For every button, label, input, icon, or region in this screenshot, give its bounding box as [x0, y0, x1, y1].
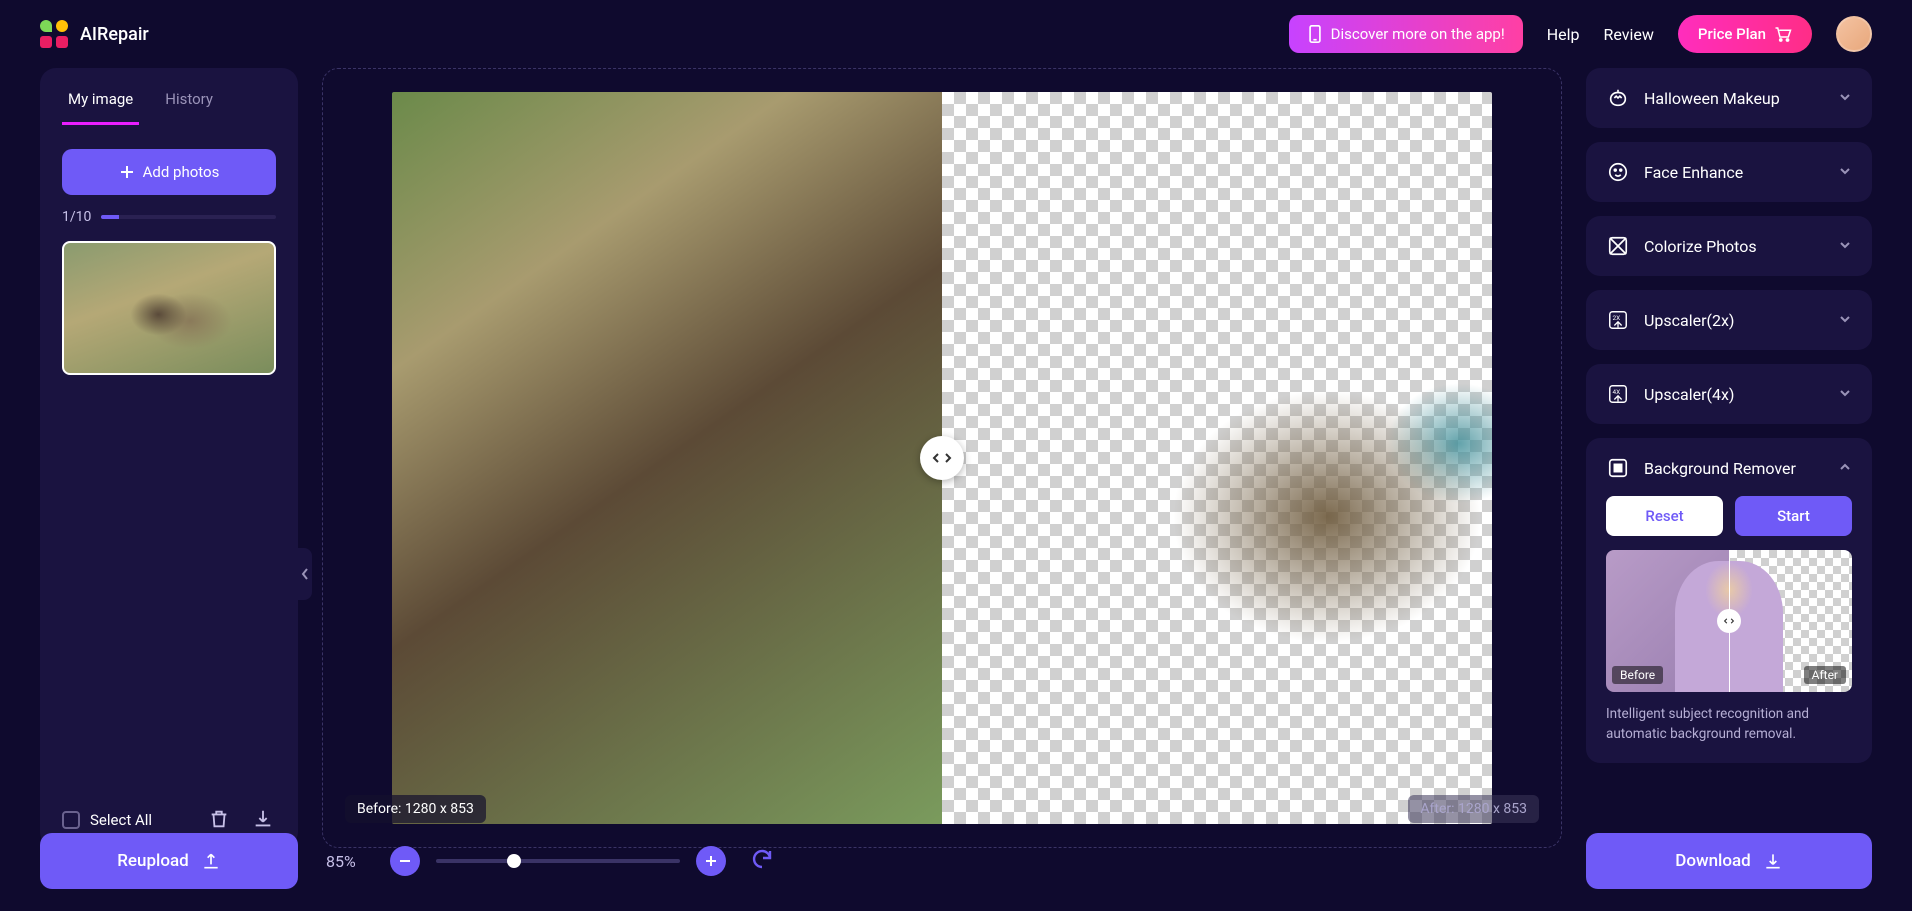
comparison-slider-handle[interactable]: [920, 436, 964, 480]
add-photos-button[interactable]: Add photos: [62, 149, 276, 195]
tool-label: Halloween Makeup: [1644, 89, 1824, 108]
chevron-down-icon: [1838, 163, 1852, 182]
svg-text:4X: 4X: [1613, 388, 1621, 396]
reupload-label: Reupload: [117, 851, 189, 871]
review-link[interactable]: Review: [1603, 25, 1653, 44]
upscale-2x-icon: 2X: [1606, 308, 1630, 332]
discover-app-button[interactable]: Discover more on the app!: [1289, 15, 1523, 53]
preview-slider-handle: [1717, 609, 1741, 633]
zoom-reset-button[interactable]: [750, 847, 774, 875]
tool-background-remover[interactable]: Background Remover Reset Start Before: [1586, 438, 1872, 763]
chevron-down-icon: [1838, 311, 1852, 330]
tool-label: Face Enhance: [1644, 163, 1824, 182]
avatar[interactable]: [1836, 16, 1872, 52]
phone-icon: [1307, 25, 1323, 43]
download-label: Download: [1675, 851, 1751, 871]
tool-face-enhance[interactable]: Face Enhance: [1586, 142, 1872, 202]
zoom-out-button[interactable]: [390, 846, 420, 876]
chevron-down-icon: [1838, 237, 1852, 256]
price-plan-label: Price Plan: [1698, 25, 1766, 43]
tab-my-image[interactable]: My image: [62, 80, 139, 125]
photo-count-bar: [101, 215, 276, 219]
plus-icon: [119, 164, 135, 180]
price-plan-button[interactable]: Price Plan: [1678, 15, 1812, 53]
tool-upscaler-2x[interactable]: 2X Upscaler(2x): [1586, 290, 1872, 350]
download-icon: [1763, 851, 1783, 871]
chevron-down-icon: [1838, 385, 1852, 404]
tool-label: Colorize Photos: [1644, 237, 1824, 256]
zoom-slider[interactable]: [436, 859, 680, 863]
start-button[interactable]: Start: [1735, 496, 1852, 536]
help-link[interactable]: Help: [1547, 25, 1580, 44]
reupload-button[interactable]: Reupload: [40, 833, 298, 889]
contrast-icon: [1606, 234, 1630, 258]
chevron-down-icon: [1838, 89, 1852, 108]
cart-icon: [1774, 26, 1792, 42]
after-pane: [942, 92, 1492, 824]
comparison-canvas[interactable]: [392, 92, 1492, 824]
face-icon: [1606, 160, 1630, 184]
minus-icon: [398, 854, 412, 868]
tab-history[interactable]: History: [159, 80, 219, 125]
canvas-area: Before: 1280 x 853 After: 1280 x 853: [322, 68, 1562, 848]
plus-icon: [704, 854, 718, 868]
tool-label: Upscaler(2x): [1644, 311, 1824, 330]
chevron-left-icon: [301, 567, 309, 581]
preview-after-tag: After: [1804, 666, 1846, 684]
tool-label: Upscaler(4x): [1644, 385, 1824, 404]
svg-text:2X: 2X: [1613, 314, 1621, 322]
tool-upscaler-4x[interactable]: 4X Upscaler(4x): [1586, 364, 1872, 424]
bg-remove-icon: [1606, 456, 1630, 480]
brand-name: AIRepair: [80, 24, 149, 45]
zoom-in-button[interactable]: [696, 846, 726, 876]
drag-arrows-icon: [931, 451, 953, 465]
after-dimensions-badge: After: 1280 x 853: [1408, 795, 1539, 823]
discover-app-label: Discover more on the app!: [1331, 25, 1505, 43]
chevron-up-icon: [1838, 459, 1852, 478]
sidebar-collapse[interactable]: [298, 548, 312, 600]
tool-description: Intelligent subject recognition and auto…: [1606, 704, 1852, 745]
sidebar: My image History Add photos 1/10 Select …: [40, 68, 298, 848]
tool-colorize-photos[interactable]: Colorize Photos: [1586, 216, 1872, 276]
reset-button[interactable]: Reset: [1606, 496, 1723, 536]
photo-count: 1/10: [62, 209, 91, 225]
refresh-icon: [750, 847, 774, 871]
before-dimensions-badge: Before: 1280 x 853: [345, 795, 486, 823]
download-button[interactable]: Download: [1586, 833, 1872, 889]
zoom-percent: 85%: [326, 852, 374, 871]
upscale-4x-icon: 4X: [1606, 382, 1630, 406]
upload-icon: [201, 851, 221, 871]
add-photos-label: Add photos: [143, 163, 220, 181]
tool-preview: Before After: [1606, 550, 1852, 692]
zoom-slider-thumb[interactable]: [507, 854, 521, 868]
logo-icon: [40, 20, 68, 48]
app-logo[interactable]: AIRepair: [40, 20, 149, 48]
tools-panel: Halloween Makeup Face Enhance Colorize P…: [1586, 68, 1872, 848]
tool-halloween-makeup[interactable]: Halloween Makeup: [1586, 68, 1872, 128]
thumbnail-1[interactable]: [62, 241, 276, 375]
tool-label: Background Remover: [1644, 459, 1824, 478]
preview-before-tag: Before: [1612, 666, 1663, 684]
pumpkin-icon: [1606, 86, 1630, 110]
